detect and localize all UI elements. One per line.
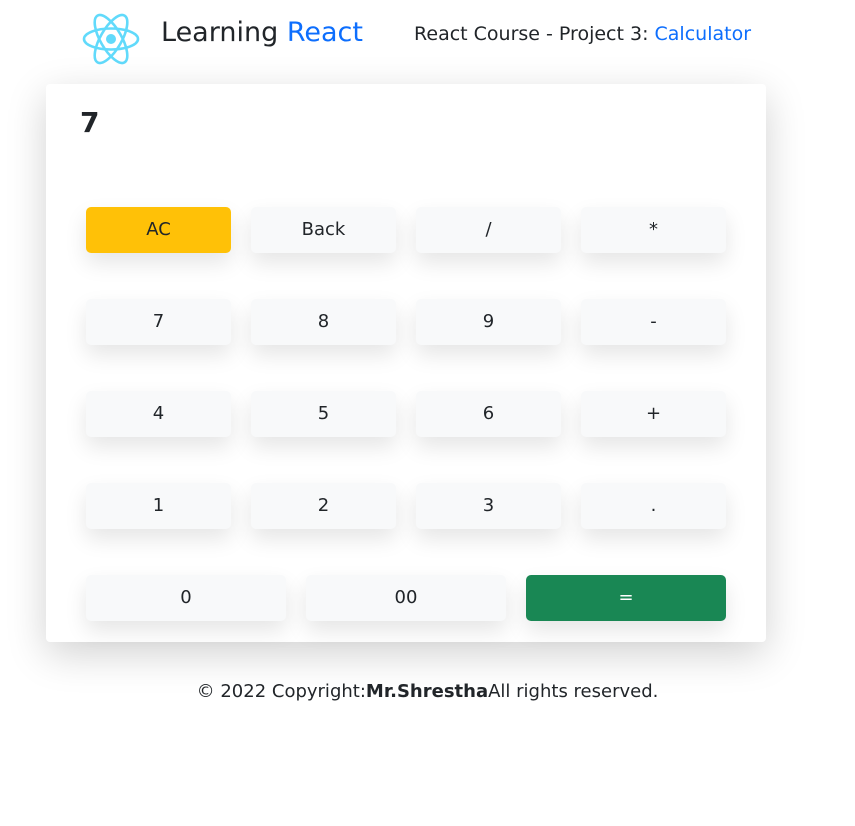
clear-button[interactable]: AC (86, 207, 231, 253)
brand-prefix: Learning (161, 17, 279, 48)
decimal-button[interactable]: . (581, 483, 726, 529)
divide-button[interactable]: / (416, 207, 561, 253)
copyright-text: © 2022 Copyright: (196, 681, 366, 702)
calculator-display: 7 (80, 106, 100, 139)
subtract-button[interactable]: - (581, 299, 726, 345)
course-title: React Course - Project 3: Calculator (414, 20, 751, 48)
digit-4-button[interactable]: 4 (86, 391, 231, 437)
digit-7-button[interactable]: 7 (86, 299, 231, 345)
calculator-link[interactable]: Calculator (655, 23, 751, 45)
digit-2-button[interactable]: 2 (251, 483, 396, 529)
site-header: Learning React React Course - Project 3:… (0, 0, 855, 70)
brand-title[interactable]: Learning React (161, 14, 363, 52)
double-zero-button[interactable]: 00 (306, 575, 506, 621)
digit-8-button[interactable]: 8 (251, 299, 396, 345)
brand-accent: React (286, 17, 363, 48)
digit-0-button[interactable]: 0 (86, 575, 286, 621)
add-button[interactable]: + (581, 391, 726, 437)
course-prefix: React Course - Project 3: (414, 23, 649, 45)
calculator-card: 7 AC Back / * 7 8 9 - 4 5 6 + 1 2 3 . 0 … (46, 84, 766, 642)
rights-text: All rights reserved. (488, 681, 659, 702)
digit-9-button[interactable]: 9 (416, 299, 561, 345)
digit-3-button[interactable]: 3 (416, 483, 561, 529)
digit-5-button[interactable]: 5 (251, 391, 396, 437)
site-footer: © 2022 Copyright:Mr.ShresthaAll rights r… (0, 678, 855, 706)
react-atom-icon[interactable] (81, 11, 141, 67)
equals-button[interactable]: = (526, 575, 726, 621)
digit-1-button[interactable]: 1 (86, 483, 231, 529)
digit-6-button[interactable]: 6 (416, 391, 561, 437)
backspace-button[interactable]: Back (251, 207, 396, 253)
author-name: Mr.Shrestha (365, 681, 489, 702)
multiply-button[interactable]: * (581, 207, 726, 253)
